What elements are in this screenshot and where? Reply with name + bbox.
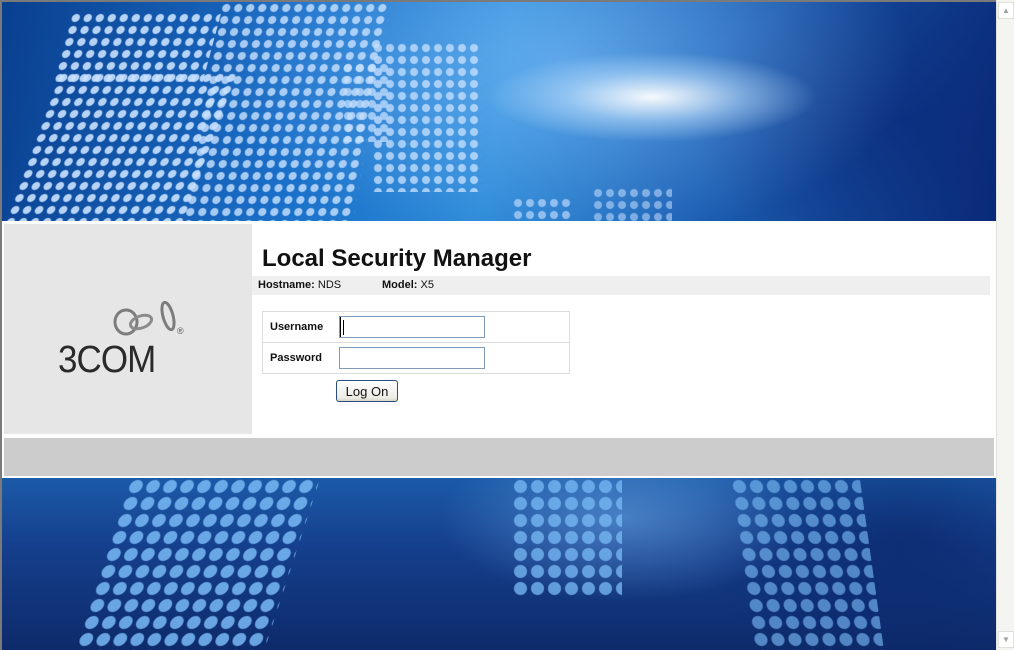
password-input[interactable] bbox=[339, 347, 485, 369]
hostname-label: Hostname: bbox=[258, 279, 315, 291]
model-value: X5 bbox=[420, 279, 434, 291]
text-caret bbox=[343, 320, 344, 335]
login-form: Username Password bbox=[262, 311, 570, 374]
scroll-down-button[interactable]: ▼ bbox=[998, 631, 1014, 648]
password-row: Password bbox=[263, 343, 569, 374]
vertical-scrollbar[interactable]: ▲ ▼ bbox=[996, 0, 1014, 650]
arrow-down-icon: ▼ bbox=[1002, 635, 1010, 644]
footer-bar bbox=[4, 438, 994, 476]
logo-panel: ® 3COM bbox=[4, 224, 252, 434]
browser-viewport: ® 3COM Local Security Manager Hostname: … bbox=[0, 0, 996, 650]
bottom-banner-image bbox=[2, 478, 996, 650]
logo-wordmark: 3COM bbox=[58, 339, 156, 381]
username-input[interactable] bbox=[339, 316, 485, 338]
registered-mark: ® bbox=[177, 326, 184, 336]
page-title: Local Security Manager bbox=[262, 245, 532, 272]
model-label: Model: bbox=[382, 279, 418, 291]
device-info-bar: Hostname: NDS Model: X5 bbox=[252, 276, 990, 295]
model-info: Model: X5 bbox=[382, 276, 434, 295]
top-banner-image bbox=[2, 2, 996, 221]
hostname-info: Hostname: NDS bbox=[258, 276, 341, 295]
log-on-button[interactable]: Log On bbox=[336, 380, 398, 402]
password-label: Password bbox=[270, 352, 322, 364]
scroll-up-button[interactable]: ▲ bbox=[998, 2, 1014, 19]
hostname-value: NDS bbox=[317, 279, 342, 291]
3com-logo-icon: ® bbox=[113, 300, 184, 336]
username-row: Username bbox=[263, 312, 569, 343]
username-label: Username bbox=[270, 321, 324, 333]
arrow-up-icon: ▲ bbox=[1002, 6, 1010, 15]
login-content-area: ® 3COM Local Security Manager Hostname: … bbox=[2, 221, 996, 478]
